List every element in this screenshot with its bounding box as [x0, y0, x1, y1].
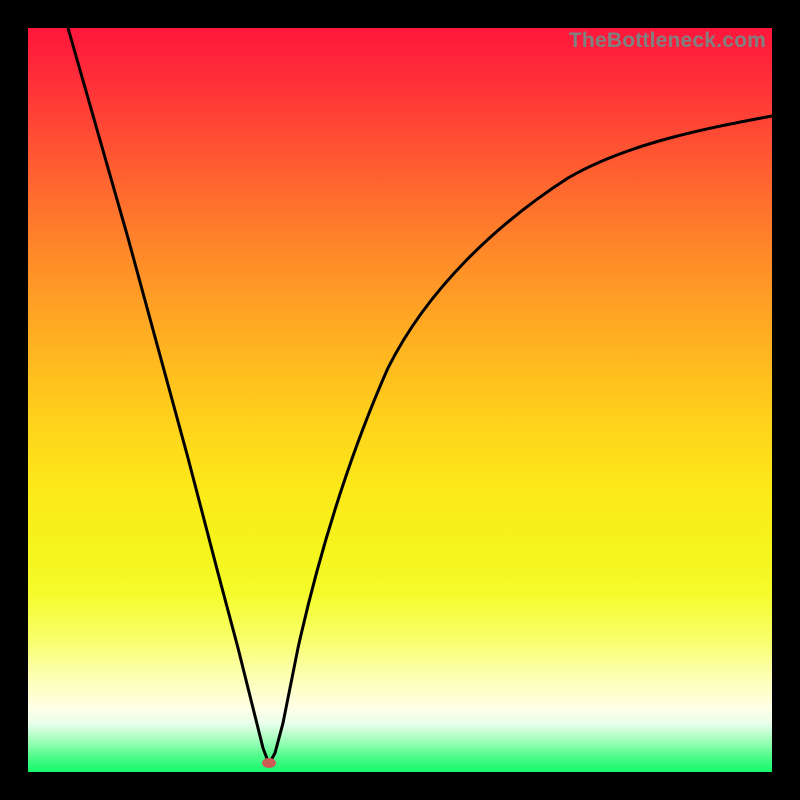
curve-svg — [28, 28, 772, 772]
optimum-marker — [262, 758, 276, 768]
bottleneck-curve — [68, 28, 772, 764]
plot-area: TheBottleneck.com — [28, 28, 772, 772]
chart-frame: TheBottleneck.com — [0, 0, 800, 800]
